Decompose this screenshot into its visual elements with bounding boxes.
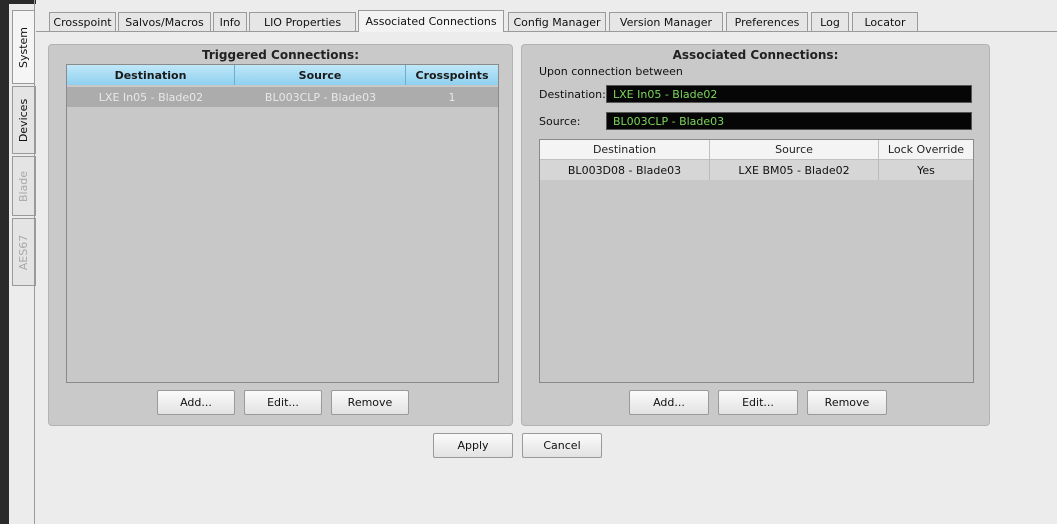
tab-label: Log (820, 15, 840, 29)
tab-config-manager[interactable]: Config Manager (508, 12, 606, 31)
destination-field[interactable]: LXE In05 - Blade02 (606, 85, 972, 103)
cell-source: BL003CLP - Blade03 (235, 87, 406, 107)
side-tab-label: Blade (17, 170, 31, 202)
associated-edit-button[interactable]: Edit... (718, 390, 798, 415)
tab-crosspoint[interactable]: Crosspoint (49, 12, 116, 31)
tab-label: Crosspoint (53, 15, 112, 29)
table-row[interactable]: BL003D08 - Blade03 LXE BM05 - Blade02 Ye… (540, 160, 973, 180)
column-header-crosspoints[interactable]: Crosspoints (406, 65, 498, 85)
tab-salvos-macros[interactable]: Salvos/Macros (118, 12, 211, 31)
side-tab-aes67[interactable]: AES67 (12, 218, 36, 286)
associated-connections-panel: Associated Connections: Upon connection … (521, 44, 990, 426)
associated-connections-title: Associated Connections: (672, 48, 839, 62)
triggered-remove-button[interactable]: Remove (331, 390, 409, 415)
cell-source: LXE BM05 - Blade02 (710, 160, 879, 180)
side-tab-label: AES67 (17, 234, 31, 270)
column-header-source[interactable]: Source (710, 140, 879, 160)
cell-lock-override: Yes (879, 160, 973, 180)
tab-label: Locator (864, 15, 906, 29)
source-label: Source: (539, 115, 581, 128)
triggered-connections-panel: Triggered Connections: Destination Sourc… (48, 44, 513, 426)
tab-label: LIO Properties (263, 15, 342, 29)
cell-crosspoints: 1 (406, 87, 498, 107)
associated-add-button[interactable]: Add... (629, 390, 709, 415)
tab-label: Info (219, 15, 241, 29)
side-tab-rail (34, 0, 35, 524)
cell-destination: LXE In05 - Blade02 (67, 87, 235, 107)
triggered-connections-table: Destination Source Crosspoints LXE In05 … (66, 64, 499, 383)
side-tab-label: System (17, 26, 31, 68)
tab-lio-properties[interactable]: LIO Properties (249, 12, 356, 31)
tab-locator[interactable]: Locator (852, 12, 918, 31)
tab-label: Salvos/Macros (125, 15, 204, 29)
tab-label: Preferences (734, 15, 800, 29)
column-header-source[interactable]: Source (235, 65, 406, 85)
triggered-add-button[interactable]: Add... (157, 390, 235, 415)
table-header: Destination Source Crosspoints (67, 65, 498, 85)
table-row[interactable]: LXE In05 - Blade02 BL003CLP - Blade03 1 (67, 87, 498, 107)
triggered-connections-title: Triggered Connections: (201, 48, 359, 62)
cancel-button[interactable]: Cancel (522, 433, 602, 458)
tab-info[interactable]: Info (213, 12, 247, 31)
associated-connections-table: Destination Source Lock Override BL003D0… (539, 139, 974, 383)
tab-label: Config Manager (513, 15, 601, 29)
side-tab-devices[interactable]: Devices (12, 86, 36, 154)
apply-button[interactable]: Apply (433, 433, 513, 458)
tab-log[interactable]: Log (811, 12, 849, 31)
tab-version-manager[interactable]: Version Manager (609, 12, 723, 31)
triggered-edit-button[interactable]: Edit... (244, 390, 322, 415)
left-window-edge (0, 0, 9, 524)
column-header-destination[interactable]: Destination (67, 65, 235, 85)
cell-destination: BL003D08 - Blade03 (540, 160, 710, 180)
side-tab-blade[interactable]: Blade (12, 156, 36, 216)
side-tab-system[interactable]: System (12, 10, 35, 84)
associated-remove-button[interactable]: Remove (807, 390, 887, 415)
side-tab-label: Devices (17, 98, 31, 142)
upon-connection-label: Upon connection between (539, 65, 683, 78)
destination-label: Destination: (539, 88, 606, 101)
tab-associated-connections[interactable]: Associated Connections (358, 10, 504, 32)
column-header-destination[interactable]: Destination (540, 140, 710, 160)
table-header: Destination Source Lock Override (540, 140, 973, 160)
tab-preferences[interactable]: Preferences (726, 12, 808, 31)
source-field[interactable]: BL003CLP - Blade03 (606, 112, 972, 130)
column-header-lock-override[interactable]: Lock Override (879, 140, 973, 160)
tab-label: Version Manager (619, 15, 713, 29)
tab-label: Associated Connections (365, 15, 497, 28)
